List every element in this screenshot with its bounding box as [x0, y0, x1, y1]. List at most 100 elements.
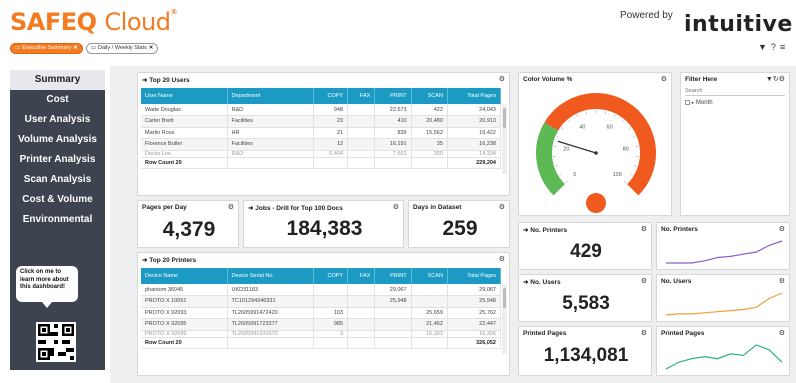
- table-row[interactable]: PROTO X 92093 TL2605991472420 103 25,659 25,…: [141, 307, 502, 319]
- panel-title: Filter Here: [685, 76, 718, 83]
- safeq-logo[interactable]: SAFEQ Cloud®: [10, 8, 177, 36]
- column-header[interactable]: COPY: [313, 88, 349, 104]
- sidebar-item-cost-volume[interactable]: Cost & Volume: [10, 190, 105, 210]
- gear-icon[interactable]: ⚙: [779, 225, 785, 233]
- powered-by-label: Powered by: [620, 10, 673, 21]
- sidebar-item-summary[interactable]: Summary: [10, 70, 105, 90]
- jobs-card[interactable]: ➜ Jobs - Drill for Top 100 Docs ⚙ 184,38…: [243, 200, 404, 248]
- table-row[interactable]: Decks Lee R&D 6,404 7,601 300 14,334: [141, 150, 502, 158]
- column-header[interactable]: Total Pages: [447, 88, 502, 104]
- scrollbar[interactable]: [502, 284, 507, 354]
- column-header[interactable]: FAX: [347, 88, 376, 104]
- panel-title: ➜ Top 20 Users: [142, 77, 190, 84]
- column-header[interactable]: PRINT: [374, 88, 412, 104]
- gear-icon[interactable]: ⚙: [499, 75, 505, 83]
- filter-icon[interactable]: ▼: [758, 42, 767, 52]
- logo-main-text: SAFEQ: [10, 8, 97, 36]
- tab-label: Executive Summary: [22, 45, 72, 51]
- gauge-tick: [576, 114, 579, 118]
- gauge-pivot: [594, 151, 598, 155]
- gauge-tick: [559, 173, 563, 176]
- table-row[interactable]: PROTO X 10051 TC101294346931 25,948 25,948: [141, 295, 502, 308]
- top-printers-panel: ➜ Top 20 Printers ⚙ Device Name Device S…: [137, 252, 510, 376]
- sidebar-item-scan-analysis[interactable]: Scan Analysis: [10, 170, 105, 190]
- gear-icon[interactable]: ⚙: [661, 75, 667, 83]
- sidebar-item-user-analysis[interactable]: User Analysis: [10, 110, 105, 130]
- kpi-value: 259: [442, 217, 478, 240]
- gauge-tick-label: 100: [613, 172, 622, 178]
- filter-icon[interactable]: ▼: [766, 76, 773, 83]
- filter-tree-item-month[interactable]: ▸ Month: [685, 100, 713, 106]
- table-row[interactable]: Florence Butler Facilities 12 16,191 35 16,23…: [141, 138, 502, 151]
- table-footer: Row Count 20 229,204: [141, 156, 502, 169]
- promo-bubble[interactable]: Click on me to learn more about this das…: [16, 266, 78, 308]
- dashboard-canvas: ➜ Top 20 Users ⚙ User Name Department CO…: [110, 66, 796, 383]
- filter-search-input[interactable]: [685, 87, 785, 96]
- no-users-card[interactable]: ➜ No. Users ⚙ 5,583: [518, 274, 652, 322]
- scrollbar[interactable]: [502, 104, 507, 174]
- close-icon[interactable]: ✕: [149, 44, 154, 53]
- filter-item-label: Month: [695, 100, 713, 107]
- gauge-tick: [556, 136, 560, 138]
- column-header[interactable]: Device Serial No.: [227, 268, 314, 284]
- card-title: Printed Pages: [523, 330, 567, 337]
- gear-icon[interactable]: ⚙: [779, 76, 785, 83]
- gear-icon[interactable]: ⚙: [779, 329, 785, 337]
- folder-icon: ▭: [15, 45, 21, 51]
- column-header[interactable]: PRINT: [374, 268, 412, 284]
- table-row[interactable]: Martin Ross HR 21 839 15,562 16,422: [141, 127, 502, 139]
- kpi-value: 5,583: [562, 293, 610, 314]
- column-header[interactable]: COPY: [313, 268, 349, 284]
- card-title: ➜ No. Users: [523, 279, 561, 286]
- gear-icon[interactable]: ⚙: [779, 277, 785, 285]
- gear-icon[interactable]: ⚙: [641, 277, 647, 285]
- logo-cloud-text: Cloud: [104, 8, 171, 36]
- header-tools: ▼ ? ≡: [758, 42, 785, 52]
- column-header[interactable]: Device Name: [141, 268, 228, 284]
- column-header[interactable]: Total Pages: [447, 268, 502, 284]
- gear-icon[interactable]: ⚙: [641, 329, 647, 337]
- gear-icon[interactable]: ⚙: [393, 203, 399, 211]
- gauge-tick: [628, 127, 631, 130]
- days-in-dataset-card: Days in Dataset ⚙ 259: [408, 200, 510, 248]
- table-row[interactable]: Carter Brett Facilities 23 410 20,480 20,913: [141, 115, 502, 128]
- gauge-band: [536, 122, 566, 196]
- column-header[interactable]: FAX: [347, 268, 376, 284]
- printed-pages-trend-card: Printed Pages ⚙: [656, 326, 790, 376]
- table-row[interactable]: PROTO X 92099 TL2605991931070 3 16,303 16,30…: [141, 330, 502, 338]
- gauge-tick: [633, 165, 637, 167]
- checkbox[interactable]: [685, 100, 690, 105]
- gauge-tick: [567, 120, 571, 123]
- card-title: ➜ Jobs - Drill for Top 100 Docs: [248, 205, 343, 212]
- tab-daily-weekly-stats[interactable]: ▭ Daily / Weekly Stats ✕: [85, 43, 159, 54]
- sidebar-item-environmental[interactable]: Environmental: [10, 210, 105, 230]
- logo-registered-mark: ®: [170, 8, 177, 16]
- sidebar-item-cost[interactable]: Cost: [10, 90, 105, 110]
- table-row[interactable]: Wade Douglas R&D 948 22,673 422 24,043: [141, 104, 502, 116]
- close-icon[interactable]: ✕: [73, 44, 78, 53]
- gauge-tick-label: 60: [607, 124, 613, 130]
- printers-sparkline: [666, 240, 783, 264]
- gear-icon[interactable]: ⚙: [499, 203, 505, 211]
- column-header[interactable]: User Name: [141, 88, 228, 104]
- sidebar-item-volume-analysis[interactable]: Volume Analysis: [10, 130, 105, 150]
- column-header[interactable]: SCAN: [411, 88, 448, 104]
- intuitive-logo: intuitive: [684, 12, 793, 37]
- gear-icon[interactable]: ⚙: [228, 203, 234, 211]
- help-icon[interactable]: ?: [771, 42, 776, 52]
- pages-per-day-card: Pages per Day ⚙ 4,379: [137, 200, 239, 248]
- no-printers-card[interactable]: ➜ No. Printers ⚙ 429: [518, 222, 652, 270]
- gauge-tick: [555, 165, 559, 167]
- gear-icon[interactable]: ⚙: [499, 255, 505, 263]
- column-header[interactable]: Department: [227, 88, 314, 104]
- gear-icon[interactable]: ⚙: [641, 225, 647, 233]
- column-header[interactable]: SCAN: [411, 268, 448, 284]
- table-row[interactable]: PROTO X 92095 TL2605991723377 985 21,462 22,…: [141, 318, 502, 331]
- table-row[interactable]: phantom 36045 UKD31183 29,067 29,067: [141, 284, 502, 296]
- qr-code-icon[interactable]: [36, 322, 76, 362]
- menu-icon[interactable]: ≡: [780, 42, 785, 52]
- chevron-right-icon[interactable]: ▸: [692, 100, 695, 106]
- tab-executive-summary[interactable]: ▭ Executive Summary ✕: [10, 43, 83, 54]
- sidebar-item-printer-analysis[interactable]: Printer Analysis: [10, 150, 105, 170]
- gauge-tick-label: 40: [579, 124, 585, 130]
